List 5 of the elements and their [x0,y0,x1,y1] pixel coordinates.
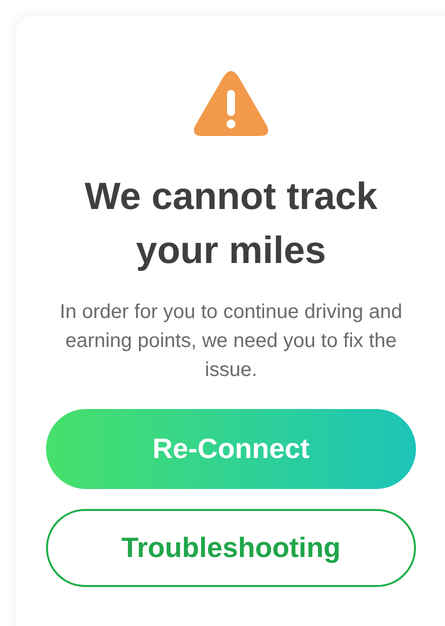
troubleshooting-button[interactable]: Troubleshooting [46,509,416,587]
alert-title: We cannot track your miles [84,175,378,274]
reconnect-button[interactable]: Re-Connect [46,409,416,489]
alert-message: In order for you to continue driving and earning points, we need you to fix the issue. [58,300,404,383]
warning-icon [193,70,269,138]
